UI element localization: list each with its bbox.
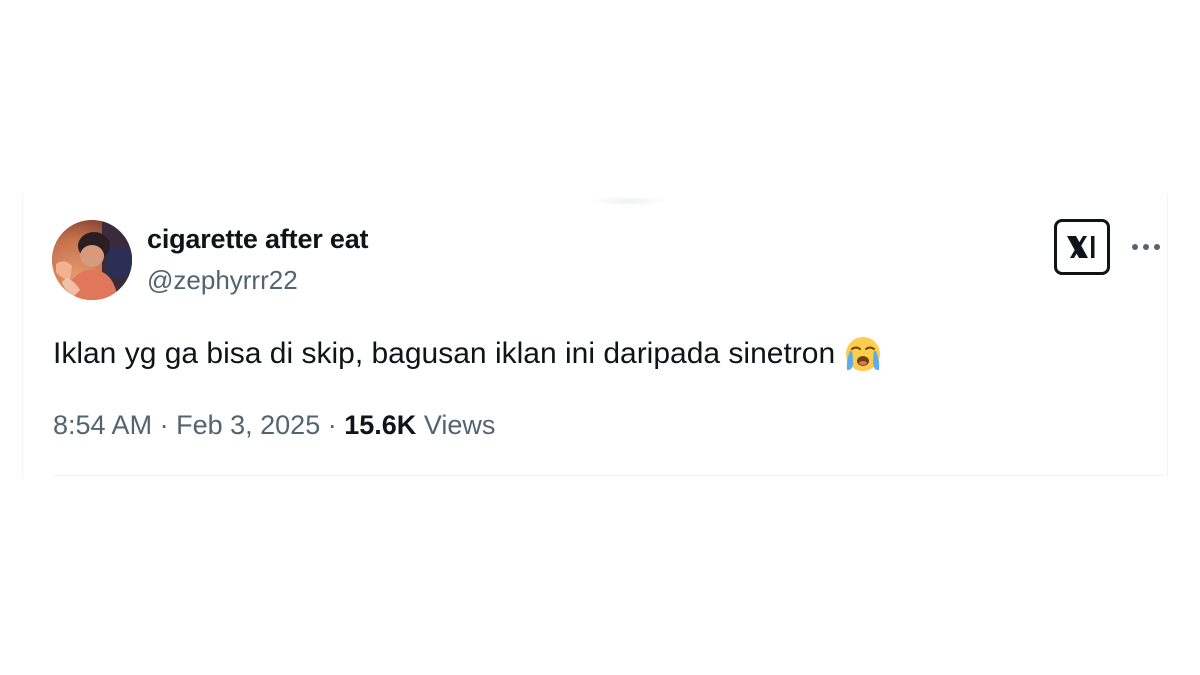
tweet-time[interactable]: 8:54 AM xyxy=(53,410,152,440)
more-dots-icon xyxy=(1132,244,1160,250)
meta-separator: · xyxy=(159,410,169,440)
avatar-photo-icon xyxy=(52,220,132,300)
loudly-crying-face-icon xyxy=(846,337,881,371)
tweet-date[interactable]: Feb 3, 2025 xyxy=(176,410,320,440)
tweet-text: Iklan yg ga bisa di skip, bagusan iklan … xyxy=(53,334,883,374)
views-count[interactable]: 15.6K xyxy=(344,410,416,440)
avatar[interactable] xyxy=(52,220,132,300)
tweet-body: Iklan yg ga bisa di skip, bagusan iklan … xyxy=(53,337,836,370)
card-shadow xyxy=(590,196,670,206)
meta-separator-2: · xyxy=(327,410,337,440)
user-handle[interactable]: @zephyrrr22 xyxy=(147,265,298,296)
x-logo-glyph-icon xyxy=(1067,236,1095,258)
display-name[interactable]: cigarette after eat xyxy=(147,224,368,255)
more-options-button[interactable] xyxy=(1128,232,1164,262)
screenshot-canvas: cigarette after eat @zephyrrr22 Iklan yg… xyxy=(0,0,1200,675)
x-logo-icon[interactable] xyxy=(1054,219,1110,275)
tweet-meta: 8:54 AM · Feb 3, 2025 · 15.6K Views xyxy=(53,410,495,441)
divider xyxy=(53,475,1165,476)
views-label[interactable]: Views xyxy=(424,410,496,440)
